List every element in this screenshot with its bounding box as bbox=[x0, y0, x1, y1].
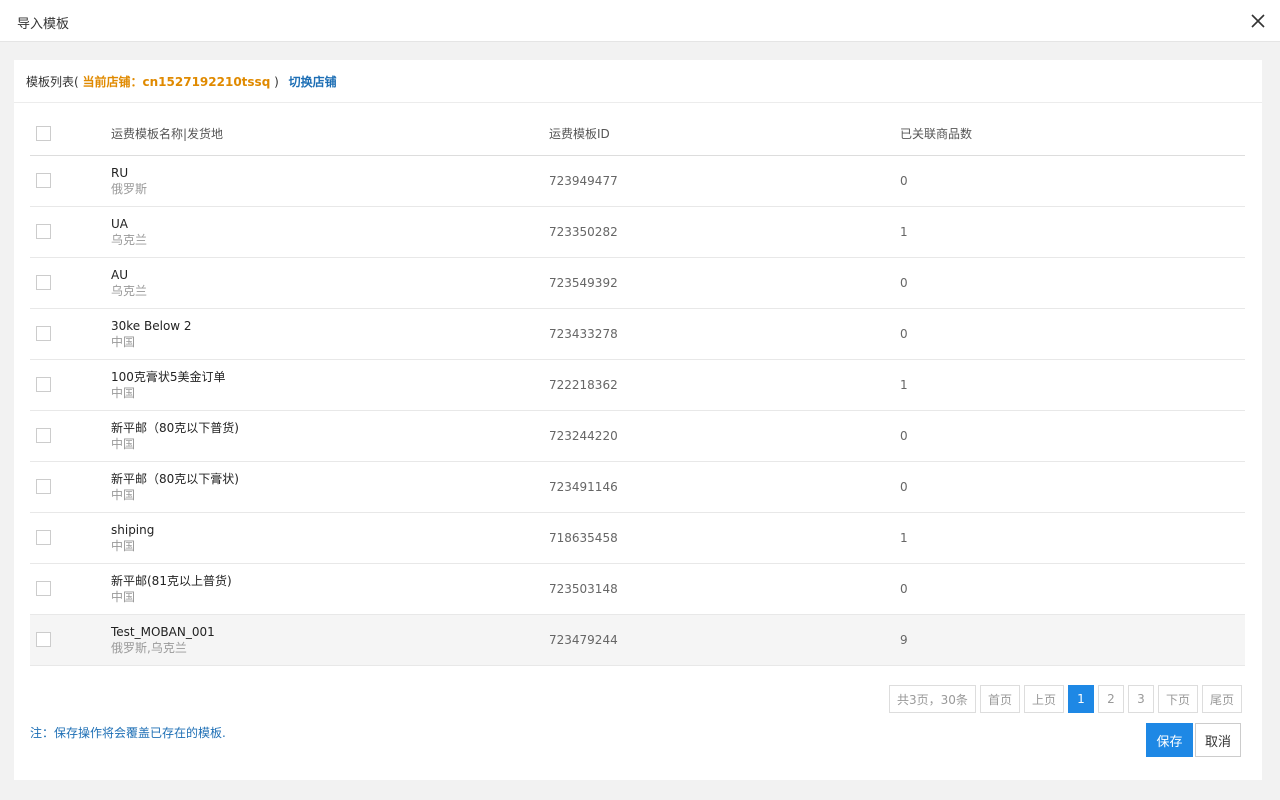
template-name: 30ke Below 2 bbox=[111, 318, 192, 333]
table-row[interactable]: 30ke Below 2 中国 723433278 0 bbox=[30, 308, 1245, 360]
close-icon[interactable] bbox=[1248, 11, 1268, 31]
page-2-button[interactable]: 2 bbox=[1097, 685, 1124, 713]
select-all-checkbox[interactable] bbox=[36, 125, 51, 141]
table-header-row: 运费模板名称|发货地 运费模板ID 已关联商品数 bbox=[30, 112, 1245, 156]
linked-product-count: 0 bbox=[900, 410, 1245, 462]
table-row[interactable]: Test_MOBAN_001 俄罗斯,乌克兰 723479244 9 bbox=[30, 614, 1245, 666]
col-header-name: 运费模板名称|发货地 bbox=[111, 112, 549, 156]
dialog-header: 导入模板 bbox=[0, 0, 1280, 42]
template-name: 100克膏状5美金订单 bbox=[111, 369, 226, 384]
ship-from: 俄罗斯,乌克兰 bbox=[111, 640, 187, 655]
template-panel: 模板列表( 当前店铺：cn1527192210tssq ) 切换店铺 运费模板名… bbox=[14, 60, 1262, 780]
template-name: 新平邮（80克以下膏状) bbox=[111, 471, 239, 486]
row-checkbox[interactable] bbox=[36, 275, 51, 290]
template-id: 723949477 bbox=[549, 155, 900, 207]
row-checkbox[interactable] bbox=[36, 224, 51, 239]
table-row[interactable]: 新平邮(81克以上普货) 中国 723503148 0 bbox=[30, 563, 1245, 615]
linked-product-count: 0 bbox=[900, 257, 1245, 309]
table-row[interactable]: RU 俄罗斯 723949477 0 bbox=[30, 155, 1245, 207]
template-name: 新平邮(81克以上普货) bbox=[111, 573, 232, 588]
ship-from: 中国 bbox=[111, 385, 136, 400]
row-checkbox[interactable] bbox=[36, 632, 51, 647]
last-page-button[interactable]: 尾页 bbox=[1201, 685, 1242, 713]
dialog-title: 导入模板 bbox=[17, 17, 70, 32]
panel-header: 模板列表( 当前店铺：cn1527192210tssq ) 切换店铺 bbox=[14, 60, 1262, 103]
table-row[interactable]: AU 乌克兰 723549392 0 bbox=[30, 257, 1245, 309]
row-checkbox[interactable] bbox=[36, 428, 51, 443]
first-page-button[interactable]: 首页 bbox=[979, 685, 1020, 713]
col-header-id: 运费模板ID bbox=[549, 112, 900, 156]
linked-product-count: 0 bbox=[900, 563, 1245, 615]
linked-product-count: 9 bbox=[900, 614, 1245, 666]
linked-product-count: 1 bbox=[900, 206, 1245, 258]
page-1-button[interactable]: 1 bbox=[1067, 685, 1094, 713]
ship-from: 中国 bbox=[111, 436, 136, 451]
row-checkbox[interactable] bbox=[36, 326, 51, 341]
ship-from: 中国 bbox=[111, 538, 136, 553]
linked-product-count: 1 bbox=[900, 512, 1245, 564]
ship-from: 乌克兰 bbox=[111, 232, 148, 247]
template-id: 723503148 bbox=[549, 563, 900, 615]
template-table: 运费模板名称|发货地 运费模板ID 已关联商品数 RU 俄罗斯 723949477 0… bbox=[30, 112, 1245, 666]
template-id: 723479244 bbox=[549, 614, 900, 666]
table-row[interactable]: UA 乌克兰 723350282 1 bbox=[30, 206, 1245, 258]
table-row[interactable]: 新平邮（80克以下普货) 中国 723244220 0 bbox=[30, 410, 1245, 462]
linked-product-count: 0 bbox=[900, 308, 1245, 360]
row-checkbox[interactable] bbox=[36, 377, 51, 392]
linked-product-count: 0 bbox=[900, 155, 1245, 207]
template-id: 718635458 bbox=[549, 512, 900, 564]
list-label: 模板列表( bbox=[26, 75, 79, 89]
template-name: shiping bbox=[111, 522, 155, 537]
switch-shop-link[interactable]: 切换店铺 bbox=[289, 75, 337, 89]
panel-title: 模板列表( 当前店铺：cn1527192210tssq ) 切换店铺 bbox=[26, 73, 337, 90]
current-shop: 当前店铺：cn1527192210tssq bbox=[82, 75, 271, 89]
table-row[interactable]: 100克膏状5美金订单 中国 722218362 1 bbox=[30, 359, 1245, 411]
template-id: 723350282 bbox=[549, 206, 900, 258]
import-template-dialog: 导入模板 模板列表( 当前店铺：cn1527192210tssq ) 切换店铺 … bbox=[0, 0, 1280, 800]
template-name: UA bbox=[111, 216, 128, 231]
overwrite-note: 注：保存操作将会覆盖已存在的模板. bbox=[30, 726, 226, 740]
save-button[interactable]: 保存 bbox=[1146, 723, 1193, 757]
row-checkbox[interactable] bbox=[36, 581, 51, 596]
table-row[interactable]: 新平邮（80克以下膏状) 中国 723491146 0 bbox=[30, 461, 1245, 513]
ship-from: 中国 bbox=[111, 589, 136, 604]
template-name: Test_MOBAN_001 bbox=[111, 624, 215, 639]
template-id: 723491146 bbox=[549, 461, 900, 513]
ship-from: 乌克兰 bbox=[111, 283, 148, 298]
cancel-button[interactable]: 取消 bbox=[1195, 723, 1241, 757]
template-id: 723549392 bbox=[549, 257, 900, 309]
template-name: 新平邮（80克以下普货) bbox=[111, 420, 239, 435]
linked-product-count: 1 bbox=[900, 359, 1245, 411]
row-checkbox[interactable] bbox=[36, 173, 51, 188]
page-3-button[interactable]: 3 bbox=[1127, 685, 1154, 713]
prev-page-button[interactable]: 上页 bbox=[1023, 685, 1064, 713]
ship-from: 中国 bbox=[111, 487, 136, 502]
pagination: 共3页，30条 首页 上页 1 2 3 下页 尾页 bbox=[889, 685, 1242, 713]
ship-from: 中国 bbox=[111, 334, 136, 349]
col-header-count: 已关联商品数 bbox=[900, 112, 1245, 156]
template-id: 722218362 bbox=[549, 359, 900, 411]
template-name: AU bbox=[111, 267, 128, 282]
row-checkbox[interactable] bbox=[36, 479, 51, 494]
page-summary: 共3页，30条 bbox=[889, 685, 976, 713]
table-row[interactable]: shiping 中国 718635458 1 bbox=[30, 512, 1245, 564]
linked-product-count: 0 bbox=[900, 461, 1245, 513]
template-id: 723433278 bbox=[549, 308, 900, 360]
close-paren: ) bbox=[274, 75, 279, 89]
next-page-button[interactable]: 下页 bbox=[1157, 685, 1198, 713]
template-id: 723244220 bbox=[549, 410, 900, 462]
ship-from: 俄罗斯 bbox=[111, 181, 148, 196]
template-name: RU bbox=[111, 165, 129, 180]
row-checkbox[interactable] bbox=[36, 530, 51, 545]
